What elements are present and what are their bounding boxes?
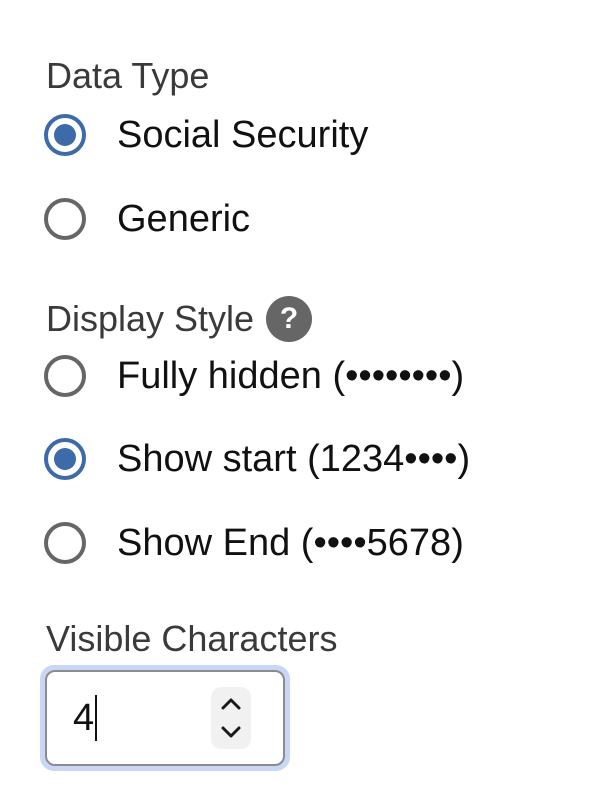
chevron-down-icon	[221, 726, 241, 738]
visible-characters-value-text: 4	[73, 696, 95, 739]
help-icon[interactable]: ?	[266, 296, 313, 342]
visible-characters-value: 4	[73, 695, 98, 741]
generic-label: Generic	[117, 197, 251, 240]
display-style-heading: Display Style ?	[46, 296, 313, 342]
fully-hidden-label: Fully hidden (••••••••)	[117, 354, 465, 397]
radio-option-fully-hidden[interactable]: Fully hidden (••••••••)	[44, 350, 464, 402]
radio-option-generic[interactable]: Generic	[44, 193, 250, 245]
radio-option-social-security[interactable]: Social Security	[44, 109, 368, 161]
data-type-title: Data Type	[46, 55, 210, 96]
fully-hidden-radio[interactable]	[44, 355, 86, 397]
text-caret	[95, 695, 98, 741]
radio-option-show-start[interactable]: Show start (1234••••)	[44, 433, 470, 485]
data-type-heading: Data Type	[46, 58, 209, 94]
visible-characters-heading: Visible Characters	[46, 621, 337, 657]
chevron-up-icon	[221, 698, 241, 710]
increment-button[interactable]	[211, 690, 251, 718]
show-start-label: Show start (1234••••)	[117, 437, 471, 480]
visible-characters-focus-ring: 4	[40, 665, 290, 771]
mask-settings-panel: Data Type Social Security Generic Displa…	[0, 0, 600, 812]
number-stepper	[211, 687, 251, 749]
visible-characters-input[interactable]: 4	[45, 670, 285, 766]
social-security-radio[interactable]	[44, 114, 86, 156]
social-security-label: Social Security	[117, 113, 369, 156]
show-end-radio[interactable]	[44, 522, 86, 564]
visible-characters-title: Visible Characters	[46, 618, 338, 659]
help-icon-glyph: ?	[279, 302, 299, 335]
radio-option-show-end[interactable]: Show End (••••5678)	[44, 517, 464, 569]
display-style-title: Display Style	[46, 298, 255, 339]
decrement-button[interactable]	[211, 718, 251, 746]
show-end-label: Show End (••••5678)	[117, 521, 464, 564]
show-start-radio[interactable]	[44, 438, 86, 480]
generic-radio[interactable]	[44, 198, 86, 240]
